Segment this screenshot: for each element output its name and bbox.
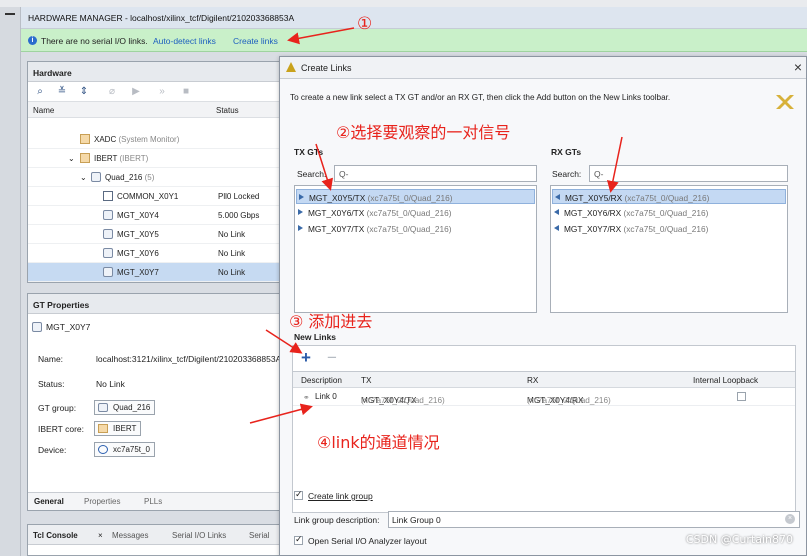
arrow-to-link-row xyxy=(249,403,313,424)
arrow-to-rx-list xyxy=(606,136,623,193)
annotation-arrows xyxy=(249,27,623,424)
arrow-to-create-links xyxy=(287,27,355,45)
arrow-to-add-button xyxy=(265,329,303,354)
watermark: CSDN @Curtain870 xyxy=(685,533,793,546)
arrow-to-tx-list xyxy=(315,143,333,191)
